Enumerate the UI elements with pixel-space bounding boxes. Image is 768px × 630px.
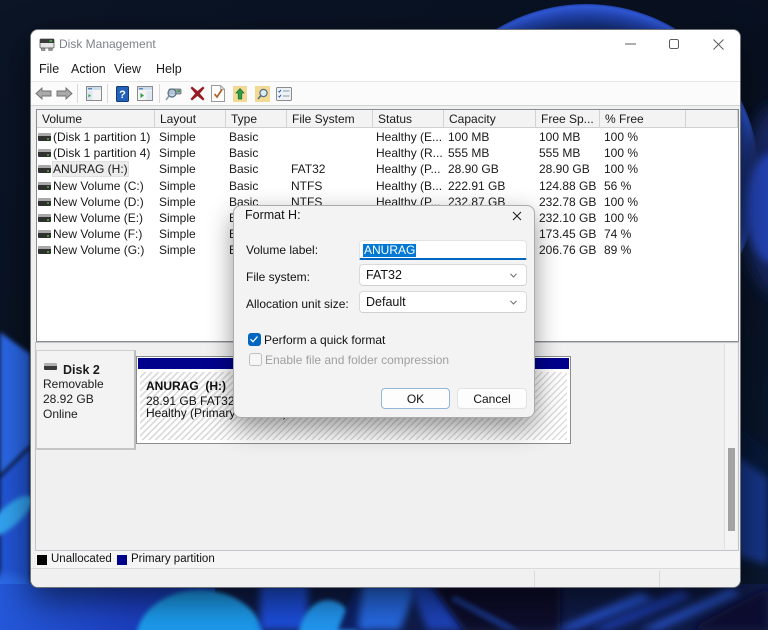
svg-text:?: ? (119, 89, 126, 101)
